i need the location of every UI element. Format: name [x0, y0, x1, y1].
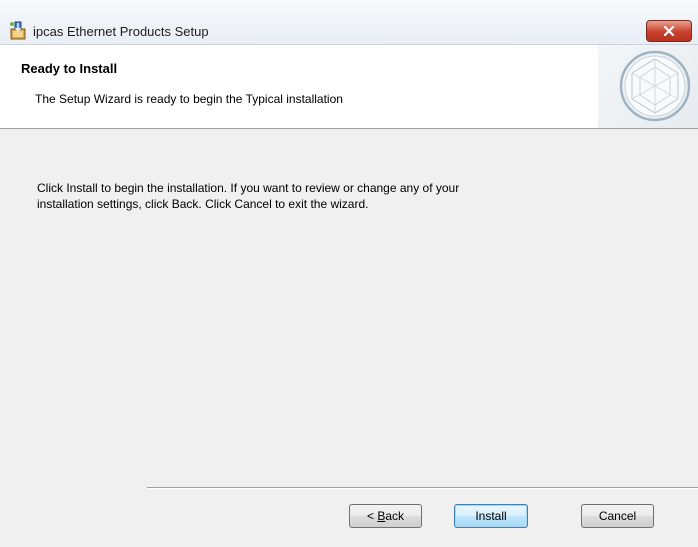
close-icon	[663, 26, 675, 36]
close-button[interactable]	[646, 20, 692, 42]
crystal-logo-icon	[598, 45, 698, 128]
button-separator	[147, 487, 698, 489]
instructions-line-2: installation settings, click Back. Click…	[37, 197, 369, 211]
header-banner: Ready to Install The Setup Wizard is rea…	[0, 45, 698, 129]
instructions-line-1: Click Install to begin the installation.…	[37, 181, 460, 195]
title-bar[interactable]: ipcas Ethernet Products Setup	[0, 0, 698, 45]
back-button-prefix: <	[366, 509, 378, 523]
installer-app-icon	[8, 20, 28, 40]
instructions-text: Click Install to begin the installation.…	[37, 180, 657, 212]
window-title: ipcas Ethernet Products Setup	[33, 24, 209, 39]
banner-description: The Setup Wizard is ready to begin the T…	[35, 92, 343, 106]
back-button-mnemonic: B	[377, 509, 386, 523]
back-button[interactable]: < Back	[349, 504, 422, 528]
back-button-label: ack	[385, 509, 405, 523]
banner-title: Ready to Install	[21, 61, 118, 76]
install-button[interactable]: Install	[454, 504, 528, 528]
cancel-button[interactable]: Cancel	[581, 504, 654, 528]
setup-window: ipcas Ethernet Products Setup Ready to I…	[0, 0, 698, 547]
